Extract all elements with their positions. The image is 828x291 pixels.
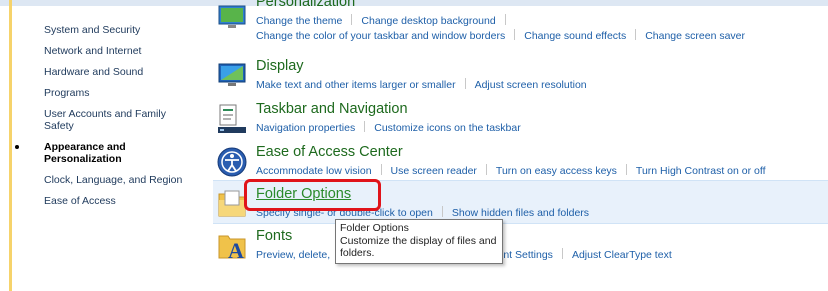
change-sound-effects-link[interactable]: Change sound effects <box>524 30 626 42</box>
fonts-title[interactable]: Fonts <box>256 228 292 244</box>
category-display: Display Make text and other items larger… <box>214 58 814 98</box>
separator <box>504 14 506 25</box>
left-edge-accent <box>9 0 12 291</box>
category-fonts: A Fonts Preview, delete, Font Settings Ad… <box>214 228 814 268</box>
show-hidden-files-link[interactable]: Show hidden files and folders <box>452 207 589 219</box>
change-theme-link[interactable]: Change the theme <box>256 15 342 27</box>
separator <box>380 164 382 175</box>
taskbar-icon <box>218 104 246 133</box>
sidebar-item-network-internet[interactable]: Network and Internet <box>28 45 208 57</box>
customize-taskbar-icons-link[interactable]: Customize icons on the taskbar <box>374 122 521 134</box>
separator <box>561 248 563 259</box>
accommodate-low-vision-link[interactable]: Accommodate low vision <box>256 165 372 177</box>
taskbar-navigation-title[interactable]: Taskbar and Navigation <box>256 101 408 117</box>
change-desktop-background-link[interactable]: Change desktop background <box>361 15 495 27</box>
sidebar-item-programs[interactable]: Programs <box>28 87 208 99</box>
change-taskbar-color-link[interactable]: Change the color of your taskbar and win… <box>256 30 505 42</box>
category-ease-of-access-center: Ease of Access Center Accommodate low vi… <box>214 144 814 184</box>
change-screen-saver-link[interactable]: Change screen saver <box>645 30 745 42</box>
separator <box>441 206 443 217</box>
display-links: Make text and other items larger or smal… <box>256 78 587 91</box>
ease-of-access-icon <box>217 147 247 177</box>
folder-options-tooltip: Folder Options Customize the display of … <box>335 219 503 264</box>
adjust-cleartype-link[interactable]: Adjust ClearType text <box>572 249 672 261</box>
personalization-links-row1: Change the theme Change desktop backgroun… <box>256 14 515 27</box>
display-title[interactable]: Display <box>256 58 304 74</box>
separator <box>514 29 516 40</box>
svg-text:A: A <box>228 238 244 262</box>
turn-high-contrast-link[interactable]: Turn High Contrast on or off <box>636 165 766 177</box>
adjust-resolution-link[interactable]: Adjust screen resolution <box>475 79 587 91</box>
category-personalization: Personalization Change the theme Change d… <box>214 0 814 42</box>
sidebar-item-hardware-sound[interactable]: Hardware and Sound <box>28 66 208 78</box>
tooltip-title: Folder Options <box>340 222 409 234</box>
sidebar-item-user-accounts[interactable]: User Accounts and Family Safety <box>28 108 184 132</box>
personalization-title[interactable]: Personalization <box>256 0 355 10</box>
display-monitor-icon <box>218 63 246 86</box>
use-screen-reader-link[interactable]: Use screen reader <box>391 165 477 177</box>
make-text-larger-link[interactable]: Make text and other items larger or smal… <box>256 79 456 91</box>
personalization-links-row2: Change the color of your taskbar and win… <box>256 29 745 42</box>
category-taskbar-navigation: Taskbar and Navigation Navigation proper… <box>214 101 814 141</box>
annotation-highlight-box <box>244 179 381 211</box>
turn-on-easy-access-keys-link[interactable]: Turn on easy access keys <box>496 165 617 177</box>
tooltip-text: Customize the display of files and folde… <box>340 234 497 260</box>
sidebar-item-ease-of-access[interactable]: Ease of Access <box>28 195 208 207</box>
ease-of-access-center-title[interactable]: Ease of Access Center <box>256 144 403 160</box>
separator <box>635 29 637 40</box>
sidebar-item-clock-language[interactable]: Clock, Language, and Region <box>28 174 208 186</box>
taskbar-links: Navigation properties Customize icons on … <box>256 121 521 134</box>
fonts-icon: A <box>218 235 246 262</box>
personalization-icon <box>218 5 246 28</box>
separator <box>351 14 353 25</box>
sidebar-item-appearance-label: Appearance and Personalization <box>44 141 126 165</box>
ease-of-access-links: Accommodate low vision Use screen reader T… <box>256 164 766 177</box>
current-bullet-icon <box>15 145 19 149</box>
separator <box>625 164 627 175</box>
sidebar: System and Security Network and Internet… <box>15 24 208 216</box>
separator <box>485 164 487 175</box>
navigation-properties-link[interactable]: Navigation properties <box>256 122 355 134</box>
separator <box>364 121 366 132</box>
separator <box>464 78 466 89</box>
sidebar-item-appearance-current: Appearance and Personalization <box>15 141 164 165</box>
preview-delete-fonts-link[interactable]: Preview, delete, <box>256 249 330 261</box>
sidebar-item-system-security[interactable]: System and Security <box>28 24 208 36</box>
